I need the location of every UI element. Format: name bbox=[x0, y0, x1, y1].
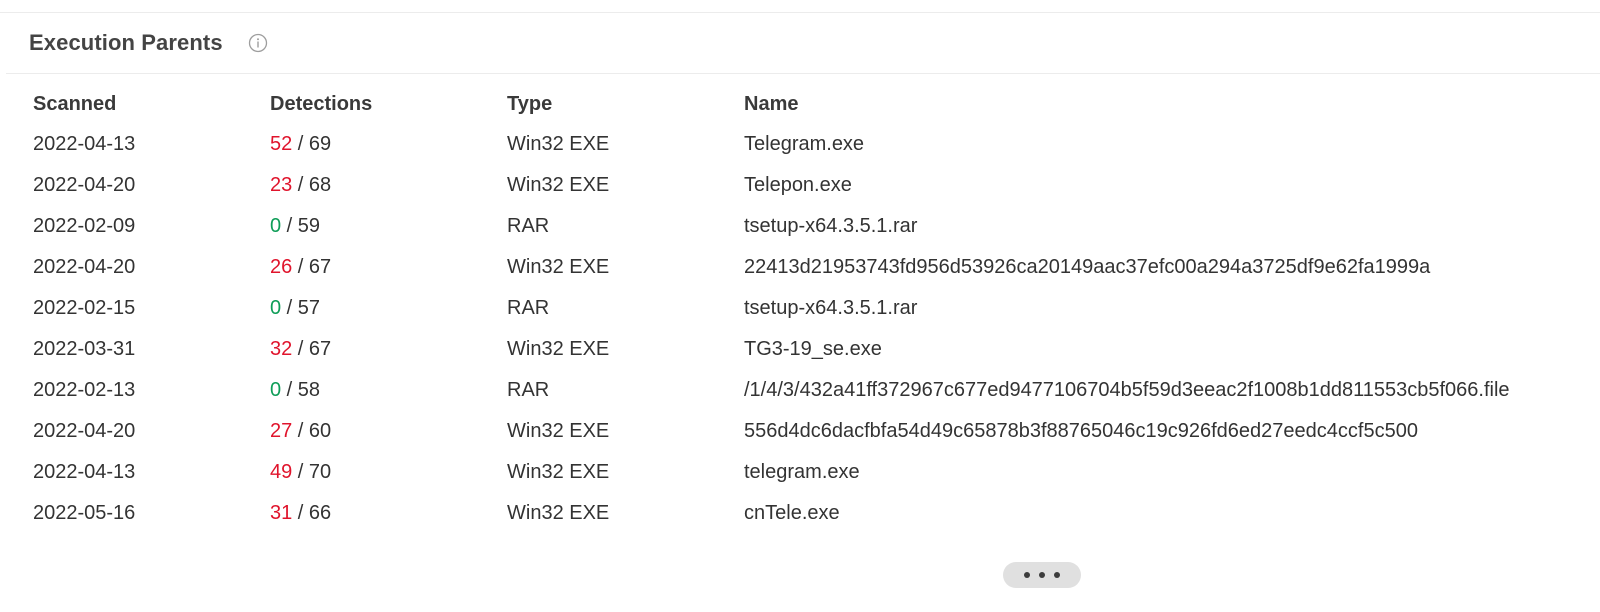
table-header-row: Scanned Detections Type Name bbox=[27, 84, 1516, 124]
table-row[interactable]: 2022-03-31 32 / 67 Win32 EXE TG3-19_se.exe bbox=[27, 329, 1516, 370]
file-name-link[interactable]: tsetup-x64.3.5.1.rar bbox=[738, 288, 1516, 329]
engine-total: 67 bbox=[308, 338, 332, 360]
engine-total: 69 bbox=[308, 133, 332, 155]
detections-cell: 0 / 57 bbox=[264, 288, 501, 329]
file-name-link[interactable]: 22413d21953743fd956d53926ca20149aac37efc… bbox=[738, 247, 1516, 288]
engine-total: 59 bbox=[297, 215, 321, 237]
detections-cell: 52 / 69 bbox=[264, 124, 501, 165]
detection-count: 0 bbox=[270, 379, 282, 401]
column-header-detections: Detections bbox=[270, 92, 373, 115]
detection-count: 23 bbox=[270, 174, 293, 196]
detections-cell: 23 / 68 bbox=[264, 165, 501, 206]
file-type: Win32 EXE bbox=[507, 461, 610, 483]
engine-total: 67 bbox=[308, 256, 332, 278]
detection-count: 0 bbox=[270, 215, 282, 237]
file-name-link[interactable]: Telegram.exe bbox=[738, 124, 1516, 165]
scanned-date: 2022-02-15 bbox=[33, 297, 136, 319]
table-row[interactable]: 2022-04-20 26 / 67 Win32 EXE 22413d21953743… bbox=[27, 247, 1516, 288]
column-header-type: Type bbox=[507, 92, 553, 115]
detection-count: 52 bbox=[270, 133, 293, 155]
file-name-link[interactable]: Telepon.exe bbox=[738, 165, 1516, 206]
file-type: RAR bbox=[507, 215, 550, 237]
section-title: Execution Parents bbox=[29, 30, 223, 55]
detection-count: 31 bbox=[270, 502, 293, 524]
load-more-button[interactable] bbox=[1003, 562, 1081, 588]
table-row[interactable]: 2022-04-13 52 / 69 Win32 EXE Telegram.exe bbox=[27, 124, 1516, 165]
detection-separator: / bbox=[292, 133, 309, 155]
scanned-date: 2022-04-13 bbox=[33, 461, 136, 483]
detection-separator: / bbox=[281, 379, 298, 401]
table-row[interactable]: 2022-02-13 0 / 58 RAR/1/4/3/432a41ff372967… bbox=[27, 370, 1516, 411]
detections-cell: 31 / 66 bbox=[264, 493, 501, 534]
execution-parents-card: Execution Parents Scanned Detections Typ… bbox=[6, 13, 1600, 612]
scanned-date: 2022-04-20 bbox=[33, 420, 136, 442]
table-row[interactable]: 2022-04-13 49 / 70 Win32 EXE telegram.exe bbox=[27, 452, 1516, 493]
detection-count: 26 bbox=[270, 256, 293, 278]
table-row[interactable]: 2022-04-20 23 / 68 Win32 EXE Telepon.exe bbox=[27, 165, 1516, 206]
more-horizontal-icon bbox=[1054, 572, 1060, 578]
detection-separator: / bbox=[281, 297, 298, 319]
info-circle-icon[interactable] bbox=[248, 33, 268, 53]
detection-separator: / bbox=[292, 420, 309, 442]
detection-count: 0 bbox=[270, 297, 282, 319]
detection-count: 32 bbox=[270, 338, 293, 360]
more-horizontal-icon bbox=[1024, 572, 1030, 578]
detection-count: 27 bbox=[270, 420, 293, 442]
file-name-link[interactable]: tsetup-x64.3.5.1.rar bbox=[738, 206, 1516, 247]
detection-separator: / bbox=[292, 256, 309, 278]
scanned-date: 2022-04-13 bbox=[33, 133, 136, 155]
file-type: RAR bbox=[507, 297, 550, 319]
detection-separator: / bbox=[292, 174, 309, 196]
table-row[interactable]: 2022-02-15 0 / 57 RAR tsetup-x64.3.5.1.rar bbox=[27, 288, 1516, 329]
execution-parents-table: Scanned Detections Type Name 2022-04-13 5… bbox=[27, 84, 1516, 534]
file-type: Win32 EXE bbox=[507, 502, 610, 524]
scanned-date: 2022-04-20 bbox=[33, 256, 136, 278]
detection-separator: / bbox=[292, 338, 309, 360]
file-name-link[interactable]: 556d4dc6dacfbfa54d49c65878b3f88765046c19… bbox=[738, 411, 1516, 452]
scanned-date: 2022-05-16 bbox=[33, 502, 136, 524]
engine-total: 57 bbox=[297, 297, 321, 319]
engine-total: 66 bbox=[308, 502, 332, 524]
file-type: Win32 EXE bbox=[507, 133, 610, 155]
file-name-link[interactable]: cnTele.exe bbox=[738, 493, 1516, 534]
file-type: Win32 EXE bbox=[507, 420, 610, 442]
file-type: Win32 EXE bbox=[507, 256, 610, 278]
scanned-date: 2022-02-13 bbox=[33, 379, 136, 401]
engine-total: 60 bbox=[308, 420, 332, 442]
file-type: RAR bbox=[507, 379, 550, 401]
detections-cell: 0 / 59 bbox=[264, 206, 501, 247]
detections-cell: 0 / 58 bbox=[264, 370, 501, 411]
scanned-date: 2022-02-09 bbox=[33, 215, 136, 237]
detections-cell: 32 / 67 bbox=[264, 329, 501, 370]
detection-separator: / bbox=[292, 461, 309, 483]
file-name-link[interactable]: telegram.exe bbox=[738, 452, 1516, 493]
detection-separator: / bbox=[281, 215, 298, 237]
file-type: Win32 EXE bbox=[507, 338, 610, 360]
detection-count: 49 bbox=[270, 461, 293, 483]
file-name-link[interactable]: TG3-19_se.exe bbox=[738, 329, 1516, 370]
detection-separator: / bbox=[292, 502, 309, 524]
file-name-link[interactable]: /1/4/3/432a41ff372967c677ed9477106704b5f… bbox=[738, 370, 1516, 411]
detections-cell: 49 / 70 bbox=[264, 452, 501, 493]
table-row[interactable]: 2022-02-09 0 / 59 RAR tsetup-x64.3.5.1.rar bbox=[27, 206, 1516, 247]
file-type: Win32 EXE bbox=[507, 174, 610, 196]
table-row[interactable]: 2022-04-20 27 / 60 Win32 EXE 556d4dc6dacfbf… bbox=[27, 411, 1516, 452]
section-header: Execution Parents bbox=[6, 13, 1600, 74]
more-horizontal-icon bbox=[1039, 572, 1045, 578]
scanned-date: 2022-03-31 bbox=[33, 338, 136, 360]
engine-total: 70 bbox=[308, 461, 332, 483]
scanned-date: 2022-04-20 bbox=[33, 174, 136, 196]
engine-total: 68 bbox=[308, 174, 332, 196]
table-row[interactable]: 2022-05-16 31 / 66 Win32 EXE cnTele.exe bbox=[27, 493, 1516, 534]
detections-cell: 27 / 60 bbox=[264, 411, 501, 452]
engine-total: 58 bbox=[297, 379, 321, 401]
column-header-scanned: Scanned bbox=[33, 92, 117, 115]
detections-cell: 26 / 67 bbox=[264, 247, 501, 288]
column-header-name: Name bbox=[744, 92, 799, 115]
